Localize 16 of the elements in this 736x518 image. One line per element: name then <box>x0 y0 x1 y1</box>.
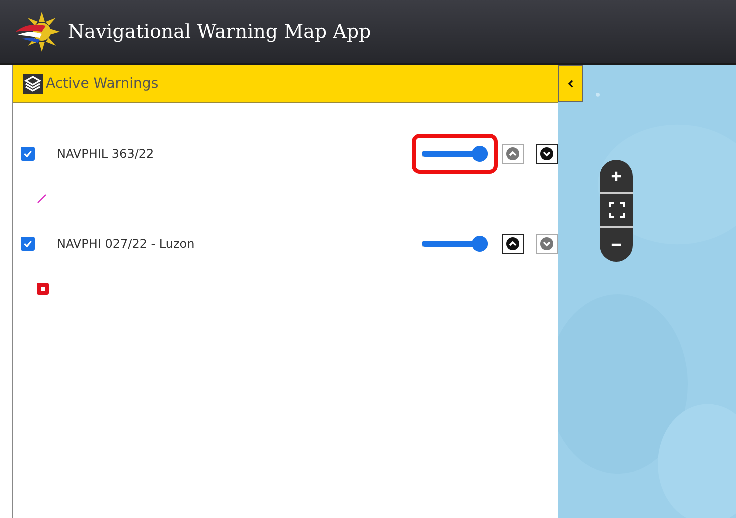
chevron-left-icon <box>566 78 574 88</box>
layer-checkbox[interactable] <box>21 237 35 251</box>
move-down-button[interactable] <box>536 144 558 164</box>
layer-checkbox[interactable] <box>21 147 35 161</box>
collapse-button[interactable] <box>558 65 583 102</box>
fullscreen-icon <box>608 202 624 218</box>
app-title: Navigational Warning Map App <box>68 20 372 42</box>
plus-icon <box>611 170 622 182</box>
layer-name: NAVPHI 027/22 - Luzon <box>57 237 196 251</box>
panel-title: Active Warnings <box>46 76 159 92</box>
move-up-button[interactable] <box>502 234 524 254</box>
minus-icon <box>611 243 622 247</box>
check-icon <box>23 239 33 249</box>
check-icon <box>23 149 33 159</box>
layer-name: NAVPHIL 363/22 <box>57 147 156 161</box>
layers-icon <box>23 74 43 94</box>
